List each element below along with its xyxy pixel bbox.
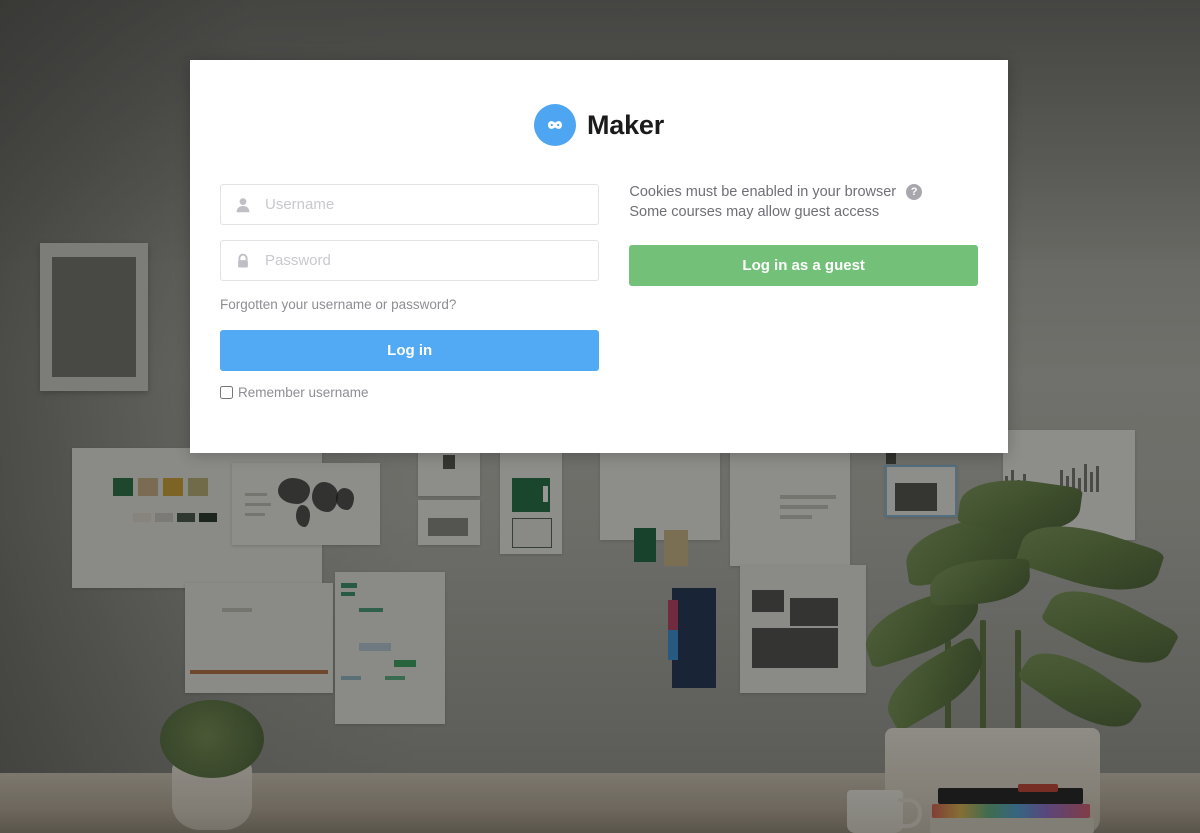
remember-username-checkbox[interactable] <box>220 386 233 399</box>
cookies-notice-text: Cookies must be enabled in your browser <box>629 184 897 200</box>
login-card: Maker Username Forgotten your username o… <box>190 60 1008 453</box>
username-field-wrapper <box>220 184 600 225</box>
brand-name: Maker <box>586 109 665 140</box>
remember-username-label[interactable]: Remember username <box>238 385 369 400</box>
guest-button-wrapper: Log in as a guest <box>629 245 978 286</box>
forgot-password-link[interactable]: Forgotten your username or password? <box>220 297 456 312</box>
infinity-icon <box>533 104 576 146</box>
login-columns: Forgotten your username or password? Log… <box>190 184 1008 400</box>
brand: Maker <box>190 60 1008 146</box>
guest-access-notice-row: Some courses may allow guest access <box>629 204 978 220</box>
login-page: Maker Username Forgotten your username o… <box>0 0 1200 833</box>
remember-username-row: Remember username <box>220 385 599 400</box>
login-button[interactable]: Log in <box>220 330 600 371</box>
password-field-wrapper <box>220 240 600 281</box>
login-as-guest-button[interactable]: Log in as a guest <box>629 245 978 286</box>
cookies-notice-row: Cookies must be enabled in your browser … <box>629 184 978 200</box>
credentials-column: Forgotten your username or password? Log… <box>220 184 600 400</box>
password-input[interactable] <box>220 240 600 281</box>
username-input[interactable] <box>220 184 600 225</box>
guest-column: Cookies must be enabled in your browser … <box>599 184 978 400</box>
help-circle-icon[interactable]: ? <box>906 184 923 200</box>
guest-access-notice-text: Some courses may allow guest access <box>629 204 880 220</box>
